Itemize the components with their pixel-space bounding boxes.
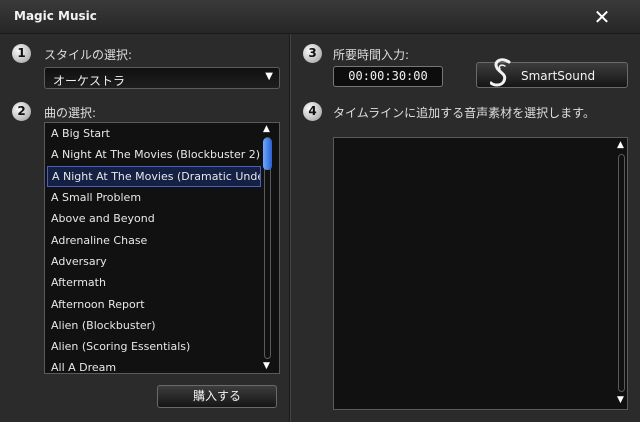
list-item[interactable]: Above and Beyond xyxy=(47,208,261,229)
smartsound-logo-icon xyxy=(490,58,511,87)
step-1-badge: 1 xyxy=(12,44,31,63)
duration-label: 所要時間入力: xyxy=(333,48,410,62)
list-item[interactable]: A Night At The Movies (Blockbuster 2) xyxy=(47,144,261,165)
list-item[interactable]: Adversary xyxy=(47,251,261,272)
scroll-up-icon[interactable]: ▲ xyxy=(617,140,624,150)
list-item[interactable]: Aftermath xyxy=(47,272,261,293)
song-label: 曲の選択: xyxy=(44,106,97,120)
window-title: Magic Music xyxy=(14,9,97,23)
scroll-down-icon[interactable]: ▼ xyxy=(617,395,624,405)
variation-list[interactable]: ▲ ▼ xyxy=(333,137,628,410)
panel-divider xyxy=(289,34,291,422)
list-item[interactable]: A Big Start xyxy=(47,123,261,144)
scrollbar-thumb[interactable] xyxy=(263,138,272,170)
list-item-selected[interactable]: A Night At The Movies (Dramatic Undert xyxy=(47,166,261,187)
list-item[interactable]: A Small Problem xyxy=(47,187,261,208)
scroll-up-icon[interactable]: ▲ xyxy=(263,124,270,134)
step-4-badge: 4 xyxy=(303,102,322,121)
duration-input[interactable]: 00:00:30:00 xyxy=(333,66,443,87)
buy-button[interactable]: 購入する xyxy=(157,385,277,408)
scrollbar-track xyxy=(264,137,271,359)
step-2-badge: 2 xyxy=(12,102,31,121)
list-item[interactable]: Afternoon Report xyxy=(47,294,261,315)
style-dropdown[interactable]: オーケストラ ▼ xyxy=(44,67,280,89)
title-bar: Magic Music ✕ xyxy=(0,0,640,34)
scrollbar-track xyxy=(618,154,625,392)
step-3-badge: 3 xyxy=(303,44,322,63)
song-list[interactable]: A Big Start A Night At The Movies (Block… xyxy=(44,122,280,374)
scroll-down-icon[interactable]: ▼ xyxy=(263,361,270,371)
smartsound-button-label: SmartSound xyxy=(521,69,596,83)
variation-label: タイムラインに追加する音声素材を選択します。 xyxy=(333,106,595,120)
song-list-scrollbar[interactable]: ▲ ▼ xyxy=(261,123,275,373)
style-label: スタイルの選択: xyxy=(44,48,133,62)
list-item[interactable]: Alien (Blockbuster) xyxy=(47,315,261,336)
chevron-down-icon: ▼ xyxy=(265,71,273,82)
style-dropdown-value: オーケストラ xyxy=(53,74,126,88)
close-icon[interactable]: ✕ xyxy=(588,6,616,28)
list-item[interactable]: Alien (Scoring Essentials) xyxy=(47,336,261,357)
list-item[interactable]: Adrenaline Chase xyxy=(47,230,261,251)
list-item[interactable]: All A Dream xyxy=(47,357,261,373)
